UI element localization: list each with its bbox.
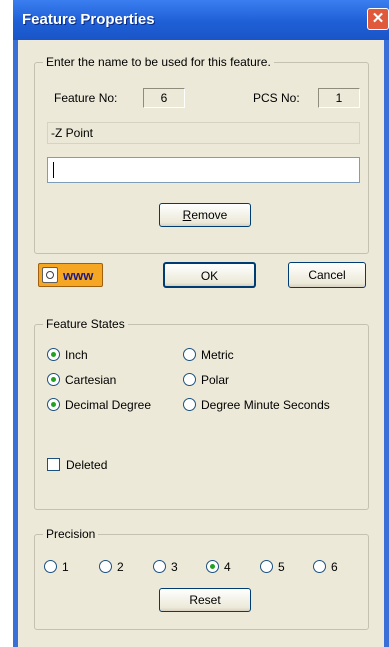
metric-radio-button[interactable] <box>183 348 196 362</box>
decimal-degree-radio[interactable]: Decimal Degree <box>47 397 151 413</box>
precision-radio-1[interactable]: 1 <box>44 559 69 575</box>
precision-1-radio-button[interactable] <box>44 560 57 574</box>
feature-name-group-legend: Enter the name to be used for this featu… <box>43 55 274 69</box>
precision-6-radio-button[interactable] <box>313 560 326 574</box>
cartesian-label: Cartesian <box>65 373 117 387</box>
decimal-degree-label: Decimal Degree <box>65 398 152 412</box>
feature-states-legend: Feature States <box>43 317 128 331</box>
precision-5-label: 5 <box>278 560 285 574</box>
precision-3-radio-button[interactable] <box>153 560 166 574</box>
remove-button-accel: R <box>182 208 192 222</box>
dialog-window: Feature Properties ✕ Enter the name to b… <box>13 0 389 647</box>
precision-1-label: 1 <box>62 560 69 574</box>
pcs-no-label: PCS No: <box>253 91 300 105</box>
inch-label: Inch <box>65 348 88 362</box>
dialog-body: Enter the name to be used for this featu… <box>18 40 384 647</box>
inch-radio-button[interactable] <box>47 348 60 362</box>
deleted-label: Deleted <box>66 458 108 472</box>
text-caret <box>53 162 54 178</box>
precision-radio-3[interactable]: 3 <box>153 559 178 575</box>
polar-label: Polar <box>201 373 230 387</box>
metric-radio[interactable]: Metric <box>183 347 234 363</box>
ok-button[interactable]: OK <box>163 262 256 288</box>
feature-name-display: -Z Point <box>47 122 360 144</box>
precision-4-label: 4 <box>224 560 231 574</box>
precision-5-radio-button[interactable] <box>260 560 273 574</box>
dms-radio-button[interactable] <box>183 398 196 412</box>
precision-legend: Precision <box>43 527 99 541</box>
inch-radio[interactable]: Inch <box>47 347 88 363</box>
precision-radio-6[interactable]: 6 <box>313 559 338 575</box>
ok-button-label: OK <box>200 269 219 283</box>
remove-button-rest: emove <box>191 208 228 222</box>
precision-2-radio-button[interactable] <box>99 560 112 574</box>
precision-radio-2[interactable]: 2 <box>99 559 124 575</box>
pcs-no-value: 1 <box>318 88 360 108</box>
dialog-title: Feature Properties <box>22 11 155 28</box>
feature-no-label: Feature No: <box>54 91 118 105</box>
cartesian-radio[interactable]: Cartesian <box>47 372 116 388</box>
cancel-button-label: Cancel <box>308 268 346 282</box>
www-button-label: www <box>63 268 94 283</box>
precision-radio-4[interactable]: 4 <box>206 559 231 575</box>
dms-label: Degree Minute Seconds <box>201 398 330 412</box>
feature-name-input[interactable] <box>47 157 360 183</box>
remove-button[interactable]: Remove <box>159 203 251 227</box>
feature-no-value: 6 <box>143 88 185 108</box>
cancel-button[interactable]: Cancel <box>288 262 366 288</box>
polar-radio-button[interactable] <box>183 373 196 387</box>
cartesian-radio-button[interactable] <box>47 373 60 387</box>
deleted-checkbox[interactable]: Deleted <box>47 457 107 473</box>
precision-3-label: 3 <box>171 560 178 574</box>
globe-icon <box>42 267 58 283</box>
www-button[interactable]: www <box>38 263 103 287</box>
feature-states-group: Feature States Inch Metric Cartesian Pol… <box>34 317 369 510</box>
decimal-degree-radio-button[interactable] <box>47 398 60 412</box>
precision-6-label: 6 <box>331 560 338 574</box>
reset-button[interactable]: Reset <box>159 588 251 612</box>
precision-group: Precision 1 2 3 4 5 6 Reset <box>34 527 369 630</box>
close-icon: ✕ <box>371 10 385 27</box>
metric-label: Metric <box>201 348 234 362</box>
precision-2-label: 2 <box>117 560 124 574</box>
polar-radio[interactable]: Polar <box>183 372 229 388</box>
feature-name-group: Enter the name to be used for this featu… <box>34 55 369 254</box>
close-button[interactable]: ✕ <box>367 8 389 30</box>
deleted-checkbox-box[interactable] <box>47 458 60 472</box>
reset-button-label: Reset <box>189 593 221 607</box>
precision-radio-5[interactable]: 5 <box>260 559 285 575</box>
dms-radio[interactable]: Degree Minute Seconds <box>183 397 330 413</box>
title-bar[interactable]: Feature Properties ✕ <box>13 0 389 40</box>
precision-4-radio-button[interactable] <box>206 560 219 574</box>
